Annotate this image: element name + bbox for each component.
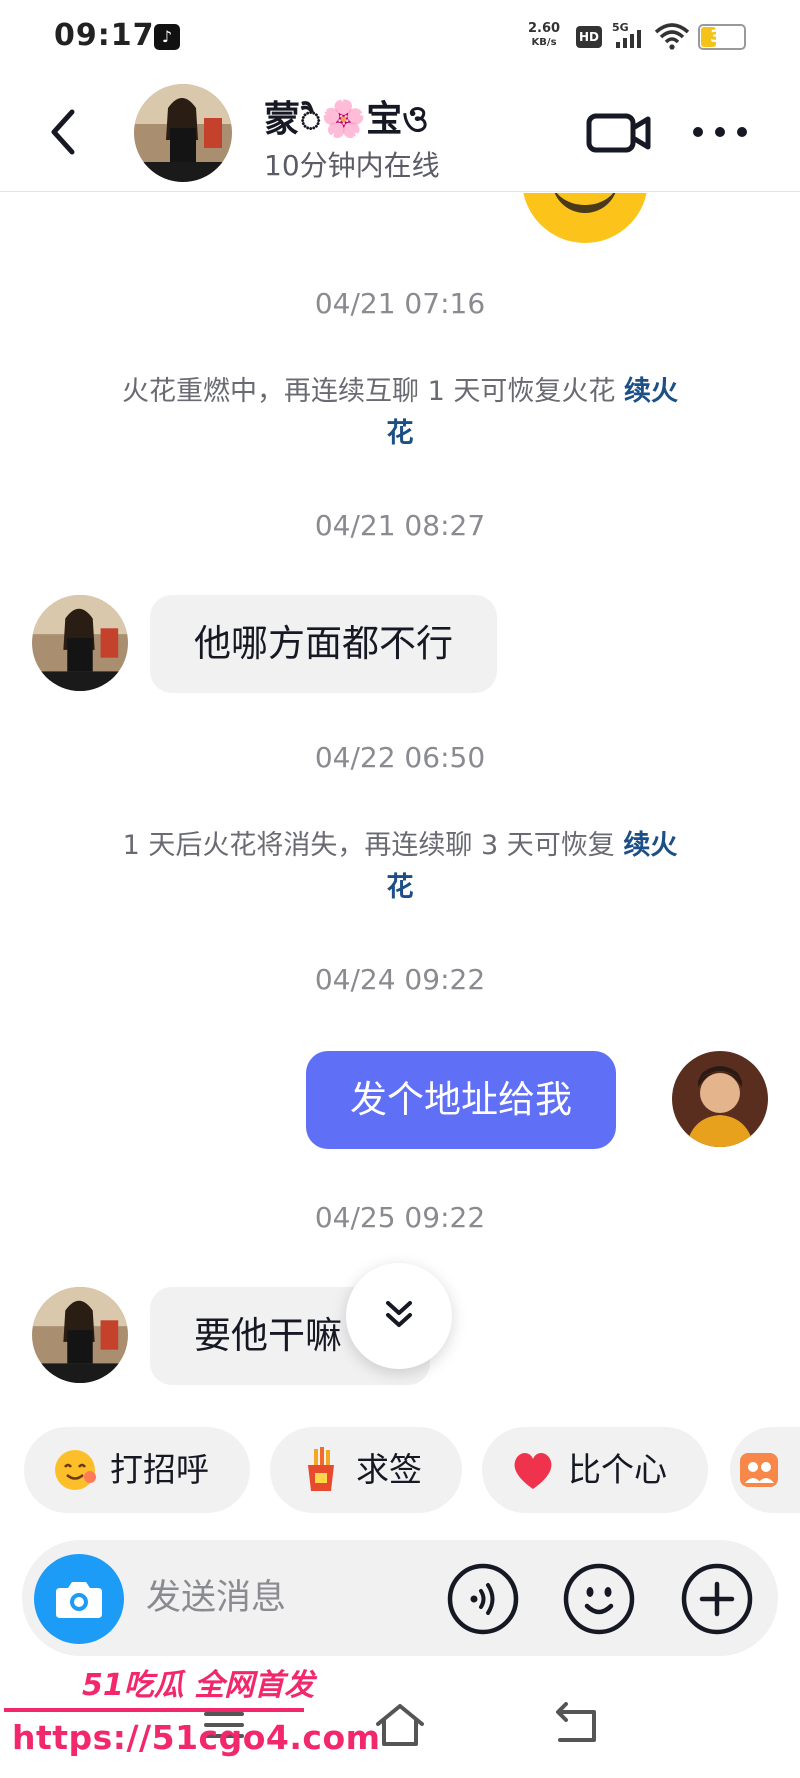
watermark-title: 51吃瓜 全网首发 <box>82 1668 315 1703</box>
timestamp: 04/22 06:50 <box>314 741 486 774</box>
camera-icon <box>56 1582 102 1618</box>
camera-button[interactable] <box>34 1554 124 1644</box>
group-photo-icon <box>740 1453 778 1487</box>
contact-name: 蒙ै🌸宝ও <box>264 99 429 140</box>
quick-reply-group-photo[interactable] <box>730 1427 800 1513</box>
message-input-bar <box>22 1540 778 1656</box>
more-icon[interactable] <box>690 120 750 144</box>
fortune-sticks-icon <box>308 1447 334 1491</box>
hd-icon: HD <box>576 26 602 48</box>
chevron-left-icon[interactable] <box>44 106 84 158</box>
timestamp: 04/24 09:22 <box>314 963 486 996</box>
contact-avatar[interactable] <box>134 84 232 182</box>
contact-message-avatar[interactable] <box>32 595 128 691</box>
emoji-icon[interactable] <box>562 1562 636 1636</box>
quick-reply-greet[interactable]: 打招呼 <box>24 1427 250 1513</box>
outgoing-message-bubble[interactable]: 发个地址给我 <box>306 1051 616 1149</box>
system-message: 火花重燃中，再连续互聊 1 天可恢复火花 续火花 <box>122 376 678 449</box>
battery-level: 36 <box>710 27 734 47</box>
back-nav-icon[interactable] <box>548 1700 604 1750</box>
chat-area[interactable]: 04/21 07:16 火花重燃中，再连续互聊 1 天可恢复火花 续火花 04/… <box>0 193 800 1428</box>
watermark-underline <box>4 1708 304 1712</box>
smiling-face-icon <box>55 1450 96 1490</box>
scroll-to-bottom-button[interactable] <box>346 1263 452 1369</box>
video-camera-icon[interactable] <box>586 110 652 156</box>
status-time: 09:17 <box>54 18 155 53</box>
status-bar: 09:17 ♪ 2.60 KB/s HD 5G 36 <box>0 0 800 72</box>
quick-reply-label: 求签 <box>356 1450 422 1489</box>
timestamp: 04/21 07:16 <box>314 287 486 320</box>
battery-icon: 36 <box>698 24 746 50</box>
wifi-icon <box>654 23 690 50</box>
my-avatar[interactable] <box>672 1051 768 1147</box>
online-status: 10分钟内在线 <box>264 149 440 182</box>
contact-message-avatar[interactable] <box>32 1287 128 1383</box>
incoming-message-bubble[interactable]: 他哪方面都不行 <box>150 595 497 693</box>
plus-icon[interactable] <box>680 1562 754 1636</box>
timestamp: 04/21 08:27 <box>314 509 486 542</box>
tiktok-notification-icon: ♪ <box>154 24 180 50</box>
double-chevron-down-icon <box>386 1301 412 1327</box>
network-speed: 2.60 KB/s <box>528 21 561 49</box>
network-type: 5G <box>612 21 629 34</box>
voice-icon[interactable] <box>446 1562 520 1636</box>
quick-reply-label: 打招呼 <box>110 1450 209 1489</box>
chat-header: 蒙ै🌸宝ও 10分钟内在线 <box>0 72 800 192</box>
watermark: 51吃瓜 全网首发 https://51cgo4.com <box>0 1652 380 1778</box>
quick-reply-heart[interactable]: 比个心 <box>482 1427 708 1513</box>
quick-reply-label: 比个心 <box>568 1450 667 1489</box>
quick-reply-fortune[interactable]: 求签 <box>270 1427 462 1513</box>
cellular-signal-icon: 5G <box>612 21 641 48</box>
quick-reply-row: 打招呼 求签 比个心 <box>0 1427 800 1513</box>
heart-icon <box>514 1453 552 1489</box>
watermark-url: https://51cgo4.com <box>12 1718 381 1757</box>
timestamp: 04/25 09:22 <box>314 1201 486 1234</box>
system-message: 1 天后火花将消失，再连续聊 3 天可恢复 续火花 <box>122 830 678 903</box>
message-input[interactable] <box>146 1568 446 1628</box>
